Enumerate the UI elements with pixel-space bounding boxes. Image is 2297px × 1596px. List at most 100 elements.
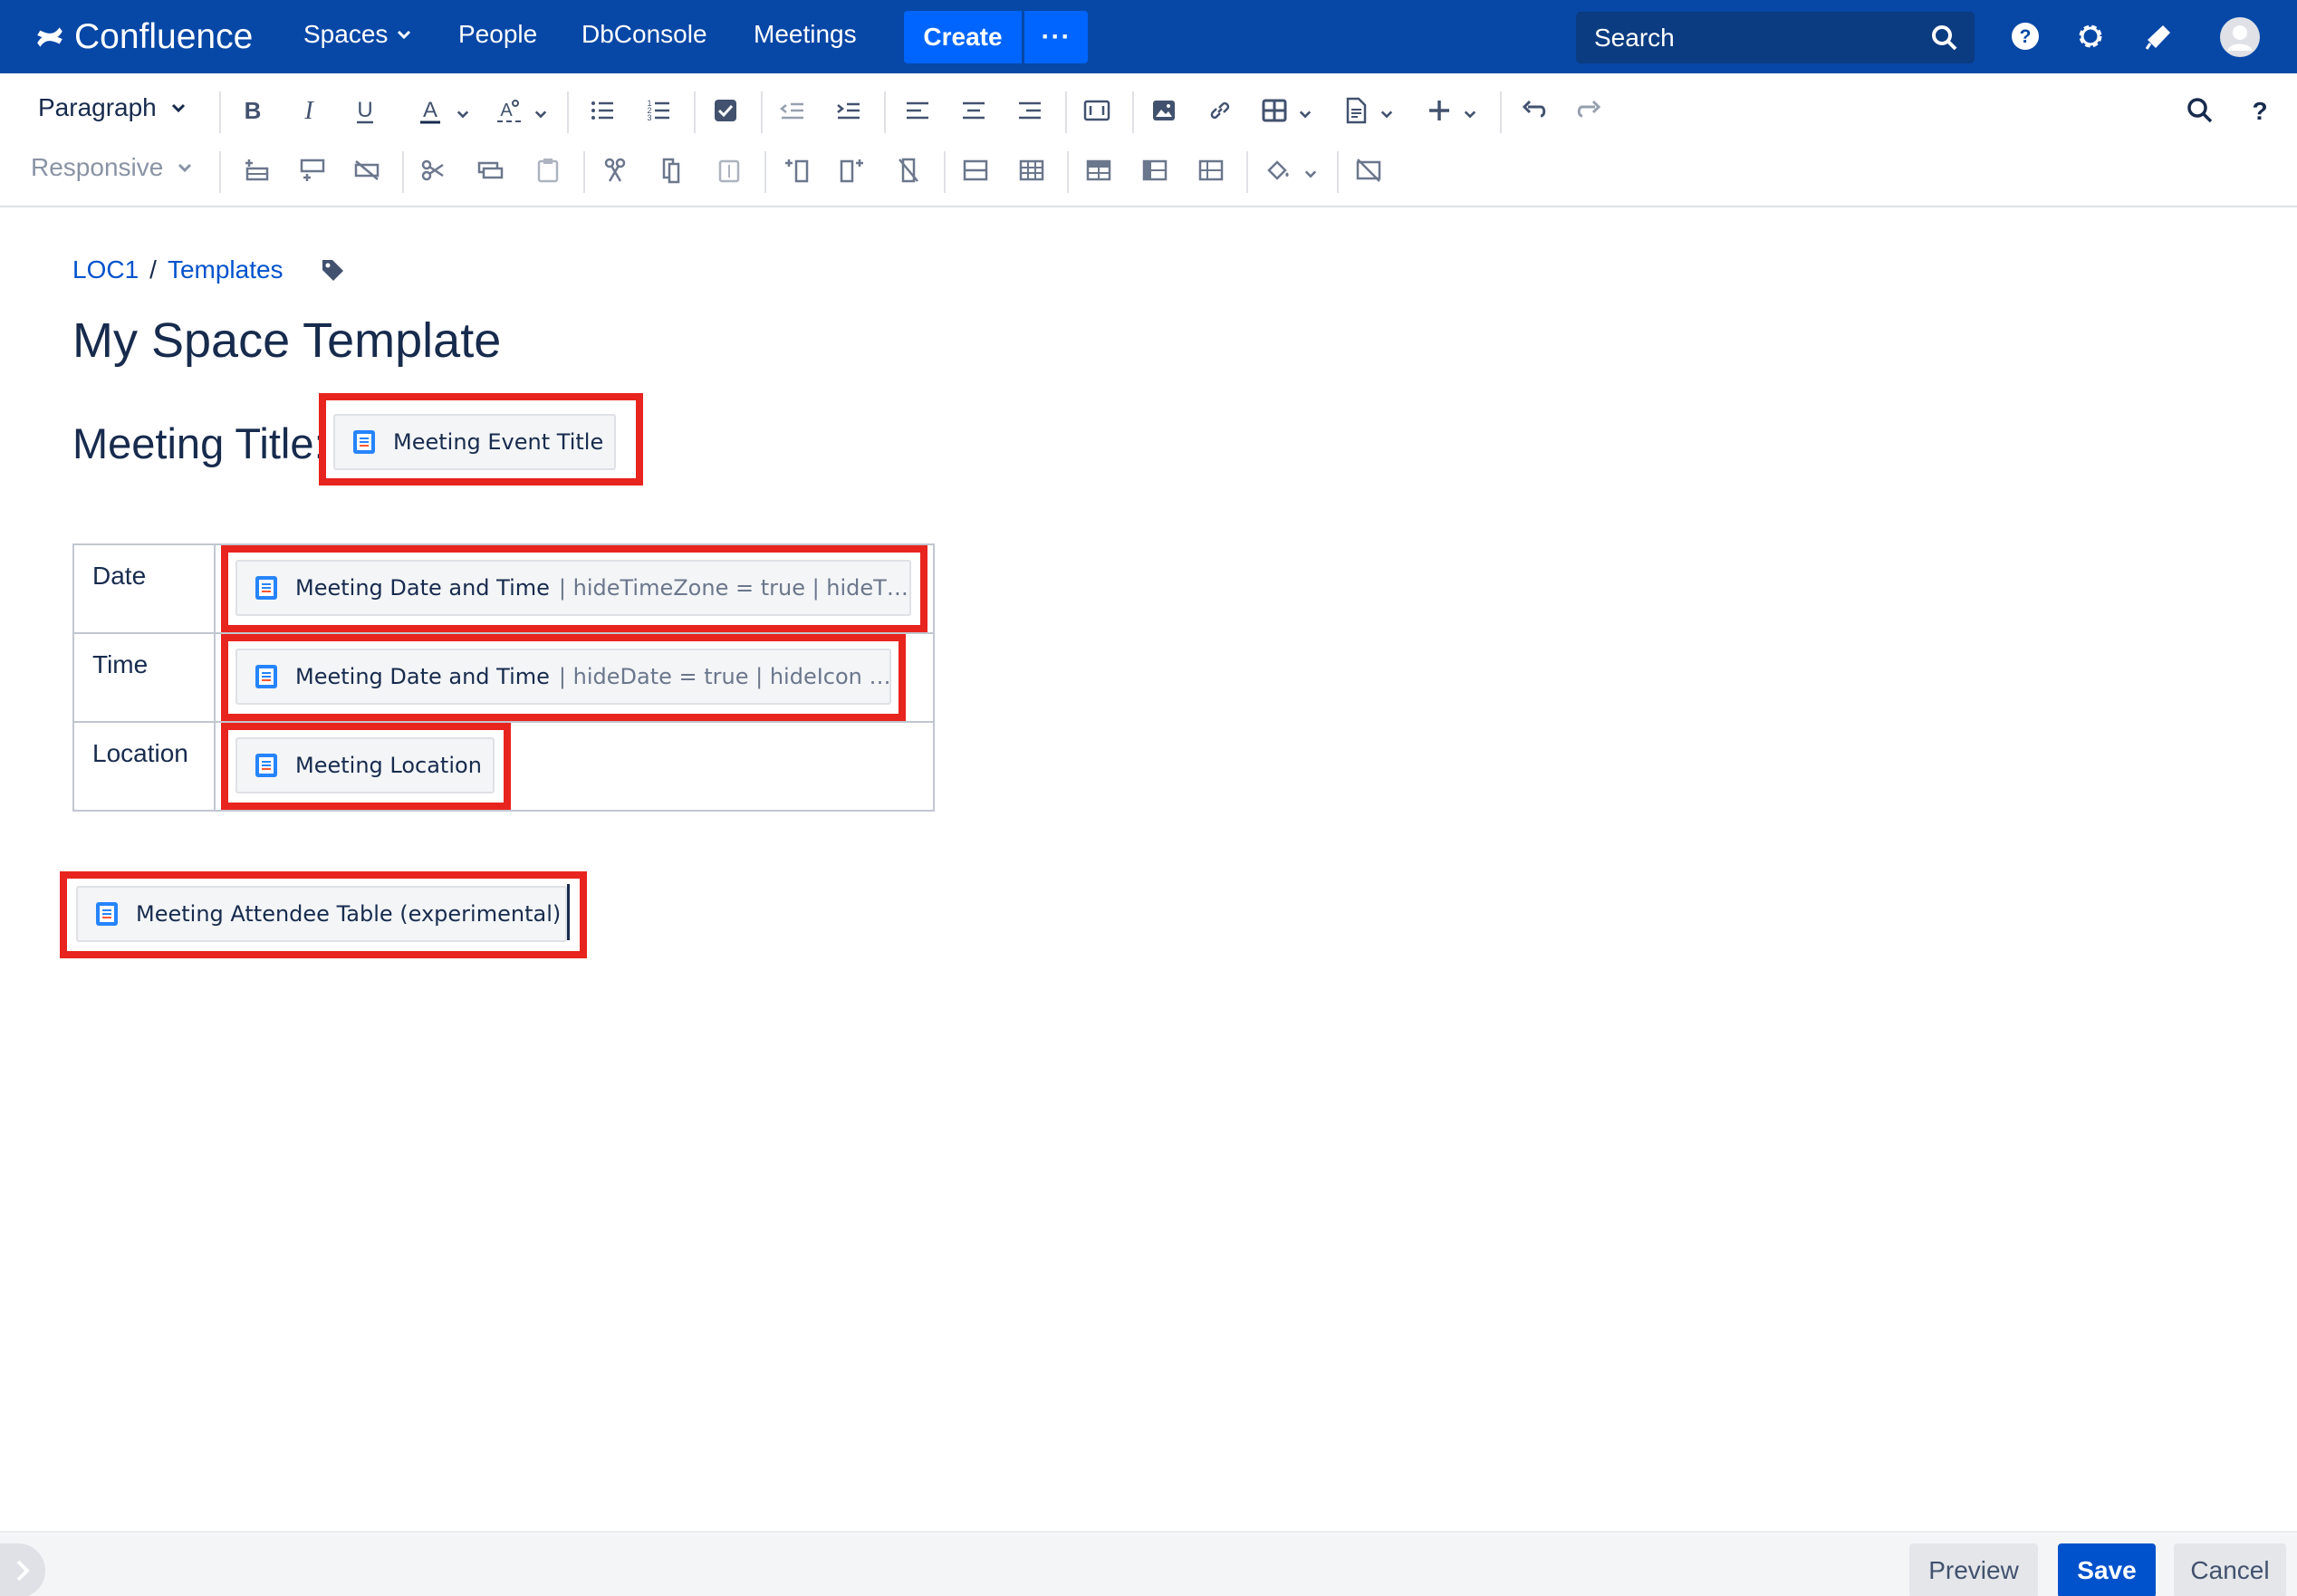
delete-row-button[interactable] bbox=[351, 155, 382, 186]
cut-row-button[interactable] bbox=[418, 155, 449, 186]
plus-icon bbox=[1429, 101, 1449, 120]
chevron-down-icon[interactable] bbox=[1304, 168, 1317, 180]
indent-button[interactable] bbox=[833, 95, 864, 126]
outdent-icon bbox=[779, 102, 803, 120]
chevron-down-icon[interactable] bbox=[534, 108, 547, 120]
toolbar-divider bbox=[219, 151, 221, 193]
bold-button[interactable]: B bbox=[237, 95, 268, 126]
italic-button[interactable]: I bbox=[293, 95, 324, 126]
insert-column-before-button[interactable] bbox=[783, 155, 813, 186]
page-layout-button[interactable] bbox=[1081, 95, 1112, 126]
insert-link-button[interactable] bbox=[1205, 95, 1235, 126]
chevron-down-icon bbox=[171, 103, 185, 113]
macro-name: Meeting Date and Time bbox=[295, 664, 550, 689]
create-button[interactable]: Create bbox=[904, 11, 1022, 63]
breadcrumb-templates-link[interactable]: Templates bbox=[168, 255, 284, 284]
macro-icon bbox=[255, 576, 277, 600]
number-column-icon bbox=[1198, 159, 1224, 181]
create-more-button[interactable]: ··· bbox=[1024, 11, 1088, 63]
paste-row-icon bbox=[537, 159, 559, 183]
copy-column-button[interactable] bbox=[656, 155, 687, 186]
number-column-button[interactable] bbox=[1196, 155, 1226, 186]
task-list-button[interactable] bbox=[710, 95, 741, 126]
heading-column-button[interactable] bbox=[1139, 155, 1170, 186]
align-center-button[interactable] bbox=[958, 95, 989, 126]
insert-row-after-button[interactable] bbox=[297, 155, 328, 186]
find-replace-button[interactable] bbox=[2185, 95, 2215, 126]
meeting-title-heading[interactable]: Meeting Title: bbox=[72, 418, 326, 468]
cell-color-button[interactable] bbox=[1263, 155, 1293, 186]
numbered-list-button[interactable]: 123 bbox=[643, 95, 674, 126]
redo-button[interactable] bbox=[1574, 95, 1605, 126]
heading-row-button[interactable] bbox=[1083, 155, 1114, 186]
chevron-down-icon[interactable] bbox=[1299, 108, 1312, 120]
paste-row-button[interactable] bbox=[533, 155, 563, 186]
label-tag-icon[interactable] bbox=[320, 257, 345, 283]
cancel-button[interactable]: Cancel bbox=[2174, 1543, 2286, 1596]
paste-column-button[interactable] bbox=[714, 155, 745, 186]
preview-button[interactable]: Preview bbox=[1909, 1543, 2038, 1596]
nav-people-label: People bbox=[458, 20, 538, 48]
insert-template-button[interactable] bbox=[1341, 95, 1371, 126]
notifications-megaphone-icon[interactable] bbox=[2143, 20, 2176, 53]
bullet-list-button[interactable] bbox=[587, 95, 618, 126]
nav-meetings[interactable]: Meetings bbox=[754, 20, 857, 49]
page-title[interactable]: My Space Template bbox=[72, 312, 501, 369]
user-avatar[interactable] bbox=[2219, 16, 2261, 58]
search-input[interactable]: Search bbox=[1576, 12, 1975, 63]
insert-column-after-button[interactable] bbox=[837, 155, 868, 186]
toolbar-divider bbox=[1067, 151, 1069, 193]
split-cells-button[interactable] bbox=[1016, 155, 1047, 186]
align-right-button[interactable] bbox=[1014, 95, 1045, 126]
svg-text:?: ? bbox=[2020, 26, 2032, 47]
nav-dbconsole[interactable]: DbConsole bbox=[581, 20, 707, 49]
outdent-button[interactable] bbox=[777, 95, 808, 126]
align-left-button[interactable] bbox=[902, 95, 933, 126]
text-color-button[interactable]: A bbox=[415, 95, 446, 126]
table-cell-label[interactable]: Date bbox=[72, 543, 216, 634]
underline-button[interactable]: U bbox=[350, 95, 380, 126]
insert-table-button[interactable] bbox=[1259, 95, 1290, 126]
table-cell-label[interactable]: Time bbox=[72, 632, 216, 723]
save-button[interactable]: Save bbox=[2058, 1543, 2156, 1596]
confluence-logo[interactable]: Confluence bbox=[34, 14, 253, 60]
nav-people[interactable]: People bbox=[458, 20, 537, 49]
delete-table-icon bbox=[1356, 159, 1381, 182]
chevron-down-icon bbox=[398, 30, 411, 40]
paint-bucket-icon bbox=[1267, 160, 1289, 180]
nav-spaces[interactable]: Spaces bbox=[303, 20, 411, 49]
search-icon bbox=[1932, 25, 1957, 51]
insert-more-button[interactable] bbox=[1424, 95, 1455, 126]
breadcrumb-separator: / bbox=[149, 255, 157, 284]
paragraph-style-select[interactable]: Paragraph bbox=[38, 93, 186, 122]
meeting-attendee-table-macro[interactable]: Meeting Attendee Table (experimental) bbox=[76, 886, 567, 942]
toolbar-divider bbox=[761, 91, 763, 133]
help-icon[interactable]: ? bbox=[2009, 20, 2042, 53]
meeting-event-title-macro[interactable]: Meeting Event Title bbox=[333, 414, 616, 470]
insert-column-right-icon bbox=[840, 159, 863, 183]
chevron-down-icon[interactable] bbox=[1464, 108, 1476, 120]
meeting-time-macro[interactable]: Meeting Date and Time | hideDate = true … bbox=[235, 649, 891, 705]
merge-cells-button[interactable] bbox=[960, 155, 991, 186]
keyboard-help-button[interactable]: ? bbox=[2244, 95, 2275, 126]
expand-sidebar-button[interactable] bbox=[0, 1543, 45, 1596]
breadcrumb-space-link[interactable]: LOC1 bbox=[72, 255, 139, 284]
meeting-location-macro[interactable]: Meeting Location bbox=[235, 737, 495, 793]
delete-table-button[interactable] bbox=[1353, 155, 1384, 186]
meeting-date-macro[interactable]: Meeting Date and Time | hideTimeZone = t… bbox=[235, 560, 911, 616]
insert-image-button[interactable] bbox=[1148, 95, 1179, 126]
table-layout-select[interactable]: Responsive bbox=[31, 153, 192, 182]
delete-column-button[interactable] bbox=[893, 155, 924, 186]
cut-column-button[interactable] bbox=[600, 155, 630, 186]
undo-button[interactable] bbox=[1518, 95, 1549, 126]
insert-row-below-icon bbox=[300, 159, 325, 181]
table-cell-label[interactable]: Location bbox=[72, 721, 216, 812]
nav-dbconsole-label: DbConsole bbox=[581, 20, 707, 48]
insert-row-before-button[interactable] bbox=[241, 155, 272, 186]
settings-gear-icon[interactable] bbox=[2074, 20, 2107, 53]
copy-row-button[interactable] bbox=[475, 155, 505, 186]
chevron-down-icon[interactable] bbox=[1380, 108, 1393, 120]
text-style-more-button[interactable]: A bbox=[493, 95, 524, 126]
chevron-down-icon[interactable] bbox=[457, 108, 469, 120]
breadcrumb: LOC1 / Templates bbox=[72, 255, 345, 284]
